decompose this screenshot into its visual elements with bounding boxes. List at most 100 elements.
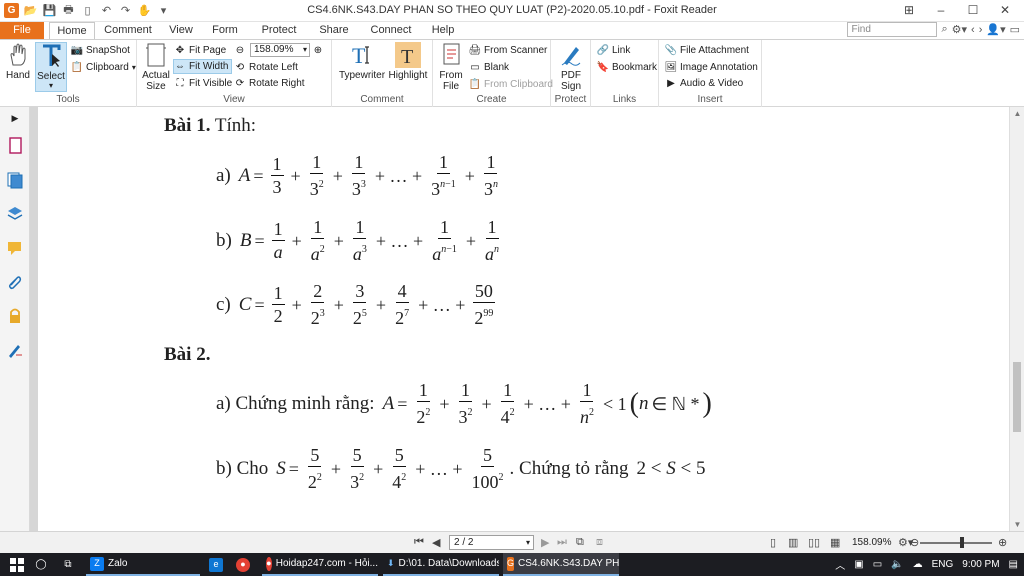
fit-page-button[interactable]: ✥ Fit Page [174,43,226,58]
taskbar-foxit[interactable]: G CS4.6NK.S43.DAY PH... [503,553,619,576]
tray-app-icon[interactable]: ▣ [854,559,863,570]
tray-chevron-icon[interactable]: ︿ [835,557,845,572]
view-pages-icon[interactable]: ⧉ [576,536,584,549]
tab-form[interactable]: Form [208,22,242,39]
user-icon[interactable]: 👤▾ [986,23,1005,36]
comments-icon[interactable] [0,231,30,265]
from-clipboard-button[interactable]: 📋 From Clipboard [469,77,553,92]
actual-size-button[interactable]: Actual Size [140,42,172,92]
signature-panel-icon[interactable] [0,333,30,367]
start-button[interactable] [6,553,28,576]
zoom-slider-thumb[interactable] [960,537,964,548]
language-indicator[interactable]: ENG [932,559,954,570]
zoom-out-button[interactable]: ⊖ [234,43,249,58]
page-extract-icon[interactable]: ⧈ [596,536,603,549]
panel-splitter[interactable] [30,107,38,531]
tab-comment[interactable]: Comment [100,22,156,39]
bookmark-button[interactable]: 🔖 Bookmark [597,60,657,75]
bookmarks-icon[interactable] [0,163,30,197]
single-page-icon[interactable]: ▯ [770,536,776,549]
status-zoom-in-icon[interactable]: ⊕ [998,536,1007,549]
scroll-up-icon[interactable]: ▲ [1010,109,1024,118]
from-file-button[interactable]: From File [437,42,465,92]
snapshot-button[interactable]: 📷 SnapShot [71,43,130,58]
network-icon[interactable]: ▭ [873,559,882,570]
taskbar-zalo[interactable]: Z Zalo [86,553,200,576]
page-thumbnails-icon[interactable] [0,129,30,163]
maximize-button[interactable]: ☐ [958,2,988,19]
continuous-facing-icon[interactable]: ▦ [830,536,840,549]
close-button[interactable]: ✕ [990,2,1020,19]
taskbar-hoidap[interactable]: ● Hoidap247.com - Hỏi... [262,553,378,576]
fit-width-button[interactable]: ⇔ Fit Width [173,59,233,74]
search-icon[interactable]: ⌕ [941,23,947,36]
clipboard-button[interactable]: 📋 Clipboard ▾ [71,60,136,75]
minimize-button[interactable]: – [926,2,956,19]
actual-size-icon [143,42,169,68]
taskbar-edge[interactable]: e [207,553,229,576]
blank-button[interactable]: ▭ Blank [469,60,509,75]
scroll-down-icon[interactable]: ▼ [1010,520,1024,529]
expand-panel-icon[interactable]: ▶ [0,107,30,129]
fit-visible-button[interactable]: ⛶ Fit Visible [174,76,233,91]
taskbar-chrome[interactable]: ● [234,553,256,576]
snapshot-label: SnapShot [86,45,130,56]
link-button[interactable]: 🔗 Link [597,43,631,58]
ribbon-options-icon[interactable]: ▭ [1010,23,1020,36]
group-label-insert: Insert [697,94,723,105]
tab-home[interactable]: Home [49,22,95,40]
zoom-slider[interactable] [920,542,992,544]
select-button[interactable]: Select ▾ [35,42,67,92]
typewriter-button[interactable]: T Typewriter [338,42,386,81]
highlight-button[interactable]: T Highlight [388,42,428,81]
gear-icon[interactable]: ⚙▾ [952,23,967,36]
layers-icon[interactable] [0,197,30,231]
group-label-tools: Tools [56,94,80,105]
hand-button[interactable]: Hand [3,42,33,81]
pdf-sign-button[interactable]: PDF Sign [555,42,587,92]
task-view-icon[interactable]: ⧉ [58,553,78,576]
tab-right-tools: Find ⌕ ⚙▾ ‹ › 👤▾ ▭ [847,22,1020,37]
search-input[interactable]: Find [847,22,938,37]
page-number-field[interactable]: 2 / 2 ▾ [449,535,534,550]
scrollbar-thumb[interactable] [1013,362,1021,432]
last-page-icon[interactable]: ⏭ [557,536,567,549]
tab-view[interactable]: View [164,22,198,39]
cloud-icon[interactable]: ☁ [913,559,923,570]
from-scanner-button[interactable]: 🖨 From Scanner [469,43,548,58]
tab-connect[interactable]: Connect [366,22,416,39]
facing-page-icon[interactable]: ▯▯ [808,536,820,549]
prev-icon[interactable]: ‹ [971,24,975,36]
file-attachment-label: File Attachment [680,45,749,56]
zoom-in-button[interactable]: ⊕ [312,43,327,58]
search-taskbar-icon[interactable]: ◯ [32,553,50,576]
tab-help[interactable]: Help [426,22,460,39]
vertical-scrollbar[interactable]: ▲ ▼ [1009,107,1024,531]
attachments-icon[interactable] [0,265,30,299]
image-annotation-button[interactable]: 🖼 Image Annotation [665,60,758,75]
taskbar-downloads[interactable]: ⬇ D:\01. Data\Downloads [383,553,499,576]
clock[interactable]: 9:00 PM [962,559,999,570]
equation-2b-tail: . Chứng tỏ rằng [509,458,629,479]
status-zoom-out-icon[interactable]: ⊖ [910,536,919,549]
fit-visible-label: Fit Visible [189,78,233,89]
audio-video-button[interactable]: ▶ Audio & Video [665,76,743,91]
volume-icon[interactable]: 🔈 [891,559,903,570]
tab-share[interactable]: Share [314,22,354,39]
clipboard-label: Clipboard [86,62,129,73]
next-page-icon[interactable]: ▶ [541,536,549,549]
tab-protect[interactable]: Protect [256,22,302,39]
tab-file[interactable]: File [0,22,44,39]
zoom-select[interactable]: 158.09% ▾ [250,43,310,57]
rotate-right-button[interactable]: ⟳ Rotate Right [234,76,305,91]
next-icon[interactable]: › [979,24,983,36]
first-page-icon[interactable]: ⏮ [414,536,424,549]
rotate-left-button[interactable]: ⟲ Rotate Left [234,60,298,75]
file-attachment-button[interactable]: 📎 File Attachment [665,43,749,58]
lock-icon[interactable] [0,299,30,333]
continuous-page-icon[interactable]: ▥ [788,536,798,549]
notification-icon[interactable]: ▤ [1009,559,1018,570]
previous-page-icon[interactable]: ◀ [432,536,440,549]
group-insert: 📎 File Attachment 🖼 Image Annotation ▶ A… [659,40,762,107]
layout-icon[interactable]: ⊞ [894,2,924,19]
